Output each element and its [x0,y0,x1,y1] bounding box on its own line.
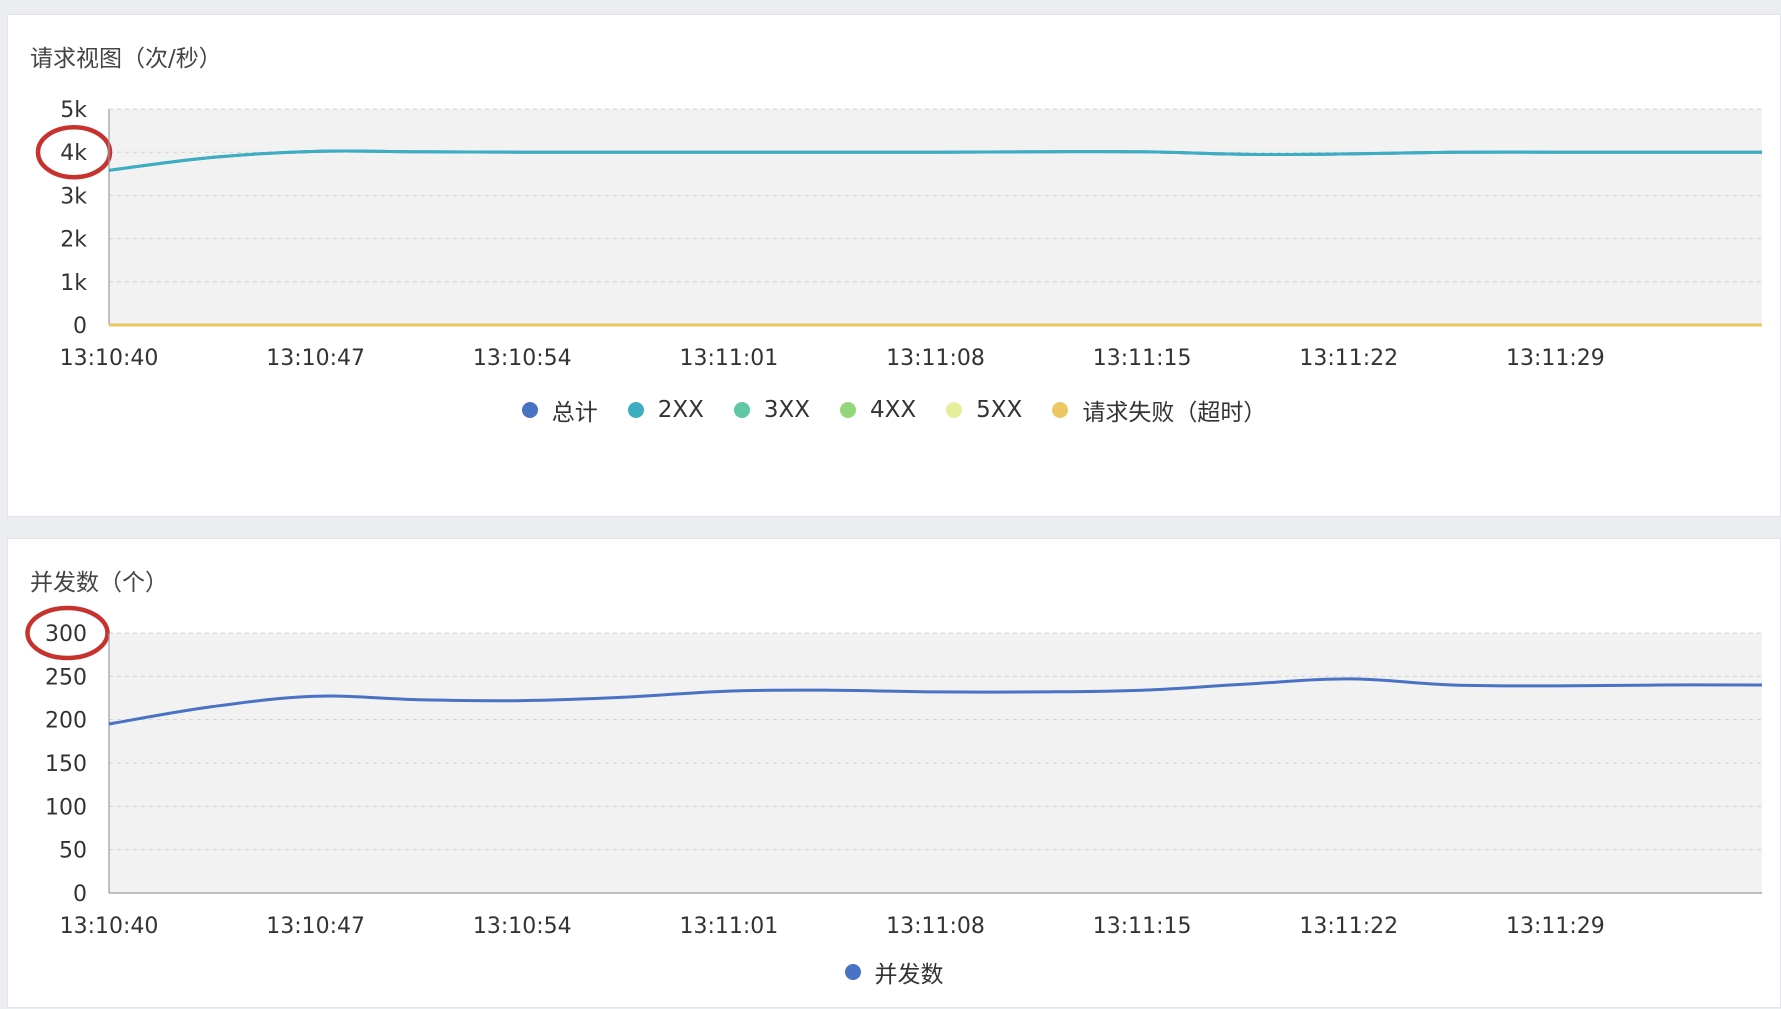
x-tick-label: 13:11:22 [1299,914,1398,939]
chart-legend: 总计 2XX 3XX 4XX 5XX 请求失败（超时） [8,393,1780,427]
plot-area [109,109,1762,325]
x-tick-label: 13:10:54 [473,914,572,939]
x-tick-label: 13:11:15 [1093,346,1192,371]
x-tick-label: 13:10:54 [473,346,572,371]
legend-item[interactable]: 3XX [733,393,810,427]
x-tick-label: 13:11:29 [1506,914,1605,939]
x-tick-label: 13:11:01 [679,914,778,939]
y-tick-label: 150 [45,752,87,777]
concurrency-panel: 并发数（个） 0 50 100 150 200 250 300 13:10:40 13:10:4… [7,538,1781,1008]
x-tick-label: 13:10:40 [60,346,159,371]
legend-label: 2XX [657,397,704,423]
legend-item[interactable]: 5XX [946,393,1022,427]
legend-item[interactable]: 总计 [521,393,598,427]
legend-dot-icon [840,402,856,418]
x-tick-label: 13:11:22 [1299,346,1398,371]
legend-dot-icon [627,402,644,418]
y-tick-label: 2k [60,228,87,253]
legend-item[interactable]: 请求失败（超时） [1052,393,1266,427]
x-tick-label: 13:10:47 [266,914,365,939]
y-tick-label: 50 [59,839,87,864]
y-tick-label: 300 [45,622,87,647]
y-tick-label: 3k [60,184,87,209]
legend-label: 3XX [763,397,810,423]
concurrency-chart: 0 50 100 150 200 250 300 13:10:40 13:10:47 13:10:… [25,605,1763,939]
legend-label: 4XX [870,397,917,423]
y-tick-label: 100 [45,795,87,820]
x-tick-label: 13:11:08 [886,914,985,939]
y-tick-label: 0 [73,314,87,339]
legend-label: 总计 [551,400,598,426]
chart-legend: 并发数 [8,955,1780,989]
legend-dot-icon [521,402,538,418]
legend-dot-icon [946,402,963,418]
y-tick-label: 1k [60,271,87,296]
y-tick-label: 4k [60,141,87,166]
y-tick-label: 200 [45,709,87,734]
legend-dot-icon [1052,402,1069,418]
x-tick-label: 13:11:29 [1506,346,1605,371]
legend-item[interactable]: 并发数 [844,955,944,989]
x-tick-label: 13:11:01 [679,346,778,371]
legend-dot-icon [844,964,861,980]
y-tick-label: 5k [60,98,87,123]
legend-label: 并发数 [874,962,944,988]
y-tick-label: 0 [73,882,87,907]
legend-item[interactable]: 4XX [840,393,916,427]
y-tick-label: 250 [45,665,87,690]
legend-item[interactable]: 2XX [627,393,704,427]
x-tick-label: 13:10:47 [266,346,365,371]
x-tick-label: 13:11:15 [1093,914,1192,939]
request-view-chart: 0 1k 2k 3k 4k 5k 13:10:40 13:10:47 13:10:54 13:11… [35,98,1762,371]
x-tick-label: 13:11:08 [886,346,985,371]
legend-dot-icon [733,402,750,418]
legend-label: 5XX [976,397,1023,423]
x-tick-label: 13:10:40 [60,914,159,939]
legend-label: 请求失败（超时） [1082,400,1267,426]
request-view-panel: 请求视图（次/秒） 0 1k 2k 3k 4k 5k 13:10:40 13:10:47 13:… [7,14,1781,517]
